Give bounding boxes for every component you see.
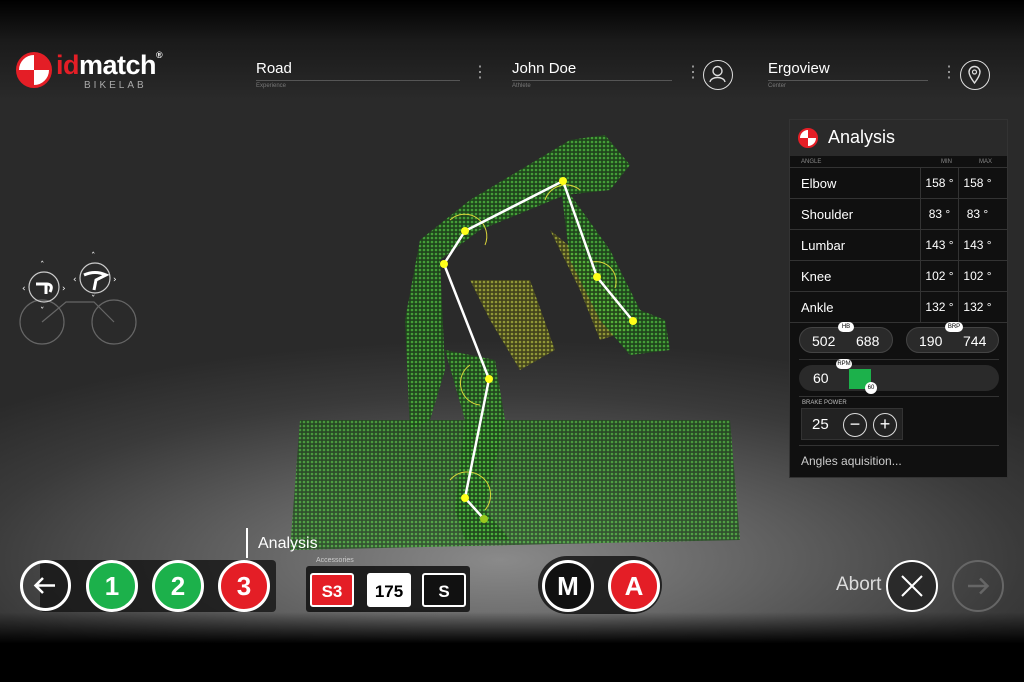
col-min: MIN [941,159,952,165]
bike-adjust-icon[interactable]: ˆ ˇ ‹ › ˆ ˇ ‹ › [14,250,144,350]
hb-value-b: 688 [856,333,880,349]
center-menu-icon[interactable]: ⋮ [941,62,957,82]
logo-wordmark: idmatch® [56,50,163,80]
brp-value-a: 190 [919,333,943,349]
svg-text:‹: ‹ [73,275,77,285]
step-3-button[interactable]: 3 [218,560,270,612]
brp-value-b: 744 [963,333,987,349]
angle-row-lumbar: Lumbar 143 ° 143 ° [790,230,1007,261]
auto-mode-button[interactable]: A [608,560,660,612]
angle-row-shoulder: Shoulder 83 ° 83 ° [790,199,1007,230]
center-field[interactable]: Ergoview Center [768,60,928,94]
svg-text:›: › [62,284,66,294]
rider-point-cloud [290,135,740,550]
user-icon[interactable] [703,60,733,90]
athlete-menu-icon[interactable]: ⋮ [685,62,701,82]
analysis-panel: Analysis ANGLE MIN MAX Elbow 158 ° 158 °… [789,119,1008,478]
athlete-field[interactable]: John Doe Athlete [512,60,672,94]
brake-power-control: 25 − + [801,408,903,440]
panel-logo-icon [798,128,818,148]
brake-power-label: BRAKE POWER [802,400,847,406]
step-indicator-line [246,528,248,558]
accessory-saddle[interactable]: S3 [310,573,354,607]
panel-header: Analysis [790,120,1007,156]
divider [799,445,999,446]
brake-power-value: 25 [812,416,829,433]
center-caption: Center [768,83,787,89]
current-step-label: Analysis [258,535,318,552]
close-icon [901,575,923,597]
angle-row-knee: Knee 102 ° 102 ° [790,261,1007,292]
arrow-right-icon [968,577,990,595]
rpm-tag: RPM [836,359,852,369]
svg-text:ˇ: ˇ [91,294,96,305]
angle-table-header: ANGLE MIN MAX [790,156,1007,168]
angle-row-elbow: Elbow 158 ° 158 ° [790,168,1007,199]
center-value: Ergoview [768,60,928,81]
logo-mark-icon [16,52,52,88]
divider [799,359,999,360]
svg-text:‹: ‹ [22,284,26,294]
brp-pill: BRP 190 744 [906,322,999,353]
hb-tag: HB [838,322,854,332]
experience-menu-icon[interactable]: ⋮ [472,62,488,82]
logo-subtitle: BIKELAB [84,80,147,91]
accessories-title: Accessories [316,557,354,564]
angle-row-ankle: Ankle 132 ° 132 ° [790,292,1007,323]
next-button[interactable] [952,560,1004,612]
manual-mode-button[interactable]: M [542,560,594,612]
rpm-bar: RPM 60 60 [799,359,999,394]
experience-caption: Experience [256,83,287,89]
accessory-crank[interactable]: 175 [367,573,411,607]
step-2-button[interactable]: 2 [152,560,204,612]
location-pin-icon[interactable] [960,60,990,90]
brake-power-plus-button[interactable]: + [873,413,897,437]
brp-tag: BRP [945,322,963,332]
svg-text:ˇ: ˇ [40,306,45,317]
brake-power-minus-button[interactable]: − [843,413,867,437]
svg-text:ˆ: ˆ [40,260,45,271]
footer-background [0,612,1024,682]
abort-button[interactable] [886,560,938,612]
svg-text:›: › [113,275,117,285]
abort-label: Abort [836,574,882,595]
hb-value-a: 502 [812,333,836,349]
idmatch-logo: idmatch® BIKELAB [16,50,176,94]
col-max: MAX [979,159,993,165]
rpm-value: 60 [813,370,829,386]
svg-text:ˆ: ˆ [91,251,96,262]
col-angle: ANGLE [801,159,822,165]
panel-title: Analysis [828,127,896,147]
step-1-button[interactable]: 1 [86,560,138,612]
app-screen: idmatch® BIKELAB Road Experience ⋮ John … [0,0,1024,682]
panel-status-text: Angles aquisition... [801,454,902,468]
experience-value: Road [256,60,460,81]
arrow-left-icon [33,577,55,594]
rpm-knob: 60 [865,382,877,394]
experience-field[interactable]: Road Experience [256,60,460,94]
athlete-value: John Doe [512,60,672,81]
divider [799,396,999,397]
hb-pill: HB 502 688 [799,322,893,353]
athlete-caption: Athlete [512,83,531,89]
accessory-size[interactable]: S [422,573,466,607]
back-button[interactable] [20,560,71,611]
